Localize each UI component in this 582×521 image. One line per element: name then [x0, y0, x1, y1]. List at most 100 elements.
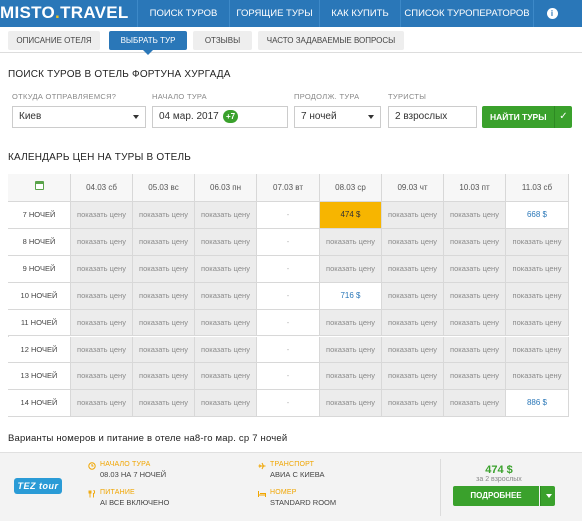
- price-cell[interactable]: 886 $: [506, 390, 569, 418]
- tab-hotel-description[interactable]: ОПИСАНИЕ ОТЕЛЯ: [8, 31, 100, 50]
- show-price-cell[interactable]: показать цену: [133, 309, 195, 337]
- show-price-cell[interactable]: показать цену: [133, 282, 195, 310]
- nav-hot-tours[interactable]: ГОРЯЩИЕ ТУРЫ: [229, 0, 319, 27]
- show-price-cell[interactable]: показать цену: [382, 309, 444, 337]
- show-price-cell[interactable]: показать цену: [133, 228, 195, 256]
- nav-how-to-buy[interactable]: КАК КУПИТЬ: [319, 0, 400, 27]
- show-price-cell[interactable]: показать цену: [444, 336, 506, 364]
- plane-icon: [258, 462, 266, 470]
- show-price-cell[interactable]: показать цену: [506, 228, 569, 256]
- show-price-cell[interactable]: показать цену: [195, 202, 257, 229]
- date-header: 07.03 вт: [257, 174, 320, 202]
- show-price-cell[interactable]: показать цену: [133, 336, 195, 364]
- price-cell[interactable]: 474 $: [320, 202, 382, 229]
- details-button[interactable]: ПОДРОБНЕЕ: [453, 486, 539, 506]
- tab-faq[interactable]: ЧАСТО ЗАДАВАЕМЫЕ ВОПРОСЫ: [258, 31, 404, 50]
- show-price-cell[interactable]: показать цену: [71, 282, 133, 310]
- nav-operators-list[interactable]: СПИСОК ТУРОПЕРАТОРОВ: [400, 0, 533, 27]
- show-price-cell[interactable]: показать цену: [133, 202, 195, 229]
- show-price-cell[interactable]: показать цену: [444, 390, 506, 418]
- show-price-cell[interactable]: показать цену: [320, 255, 382, 283]
- tab-reviews[interactable]: ОТЗЫВЫ: [193, 31, 252, 50]
- show-price-cell[interactable]: показать цену: [71, 228, 133, 256]
- date-range-badge[interactable]: +7: [223, 110, 239, 123]
- hotel-tabs: ОПИСАНИЕ ОТЕЛЯ ВЫБРАТЬ ТУР ОТЗЫВЫ ЧАСТО …: [0, 27, 582, 55]
- show-price-cell[interactable]: показать цену: [71, 255, 133, 283]
- duration-label: ПРОДОЛЖ. ТУРА: [294, 92, 360, 101]
- price-cell[interactable]: 668 $: [506, 202, 569, 229]
- show-price-cell[interactable]: показать цену: [506, 255, 569, 283]
- show-price-cell[interactable]: показать цену: [506, 336, 569, 364]
- nav-search-tours[interactable]: ПОИСК ТУРОВ: [137, 0, 229, 27]
- show-price-cell[interactable]: показать цену: [444, 363, 506, 391]
- transport-label: ТРАНСПОРТ: [270, 461, 315, 468]
- show-price-cell[interactable]: показать цену: [195, 336, 257, 364]
- show-price-cell[interactable]: показать цену: [320, 363, 382, 391]
- top-nav: MISTO.TRAVEL ПОИСК ТУРОВ ГОРЯЩИЕ ТУРЫ КА…: [0, 0, 582, 27]
- from-label: ОТКУДА ОТПРАВЛЯЕМСЯ?: [12, 92, 117, 101]
- show-price-cell[interactable]: показать цену: [320, 336, 382, 364]
- show-price-cell[interactable]: показать цену: [133, 363, 195, 391]
- tourists-label: ТУРИСТЫ: [388, 92, 427, 101]
- start-label: НАЧАЛО ТУРА: [152, 92, 207, 101]
- show-price-cell[interactable]: показать цену: [506, 309, 569, 337]
- offer-price-for: за 2 взрослых: [476, 476, 522, 483]
- nights-label: 12 НОЧЕЙ: [8, 336, 71, 364]
- logo-part1: MISTO: [0, 3, 56, 22]
- show-price-cell[interactable]: показать цену: [71, 309, 133, 337]
- show-price-cell[interactable]: показать цену: [506, 363, 569, 391]
- show-price-cell[interactable]: показать цену: [71, 336, 133, 364]
- show-price-cell[interactable]: показать цену: [195, 309, 257, 337]
- show-price-cell[interactable]: показать цену: [320, 390, 382, 418]
- show-price-cell[interactable]: показать цену: [382, 228, 444, 256]
- departure-select[interactable]: Киев: [12, 106, 146, 128]
- price-cell[interactable]: 716 $: [320, 282, 382, 310]
- price-calendar: 04.03 сб 05.03 вс 06.03 пн 07.03 вт 08.03 ср…: [8, 174, 572, 418]
- show-price-cell[interactable]: показать цену: [382, 390, 444, 418]
- show-price-cell[interactable]: показать цену: [444, 255, 506, 283]
- show-price-cell[interactable]: показать цену: [71, 390, 133, 418]
- date-header: 09.03 чт: [382, 174, 444, 202]
- show-price-cell[interactable]: показать цену: [195, 255, 257, 283]
- show-price-cell[interactable]: показать цену: [320, 309, 382, 337]
- show-price-cell[interactable]: показать цену: [382, 282, 444, 310]
- show-price-cell[interactable]: показать цену: [195, 390, 257, 418]
- show-price-cell[interactable]: показать цену: [320, 228, 382, 256]
- nights-label: 9 НОЧЕЙ: [8, 255, 71, 283]
- show-price-cell[interactable]: показать цену: [506, 282, 569, 310]
- show-price-cell[interactable]: показать цену: [133, 390, 195, 418]
- show-price-cell[interactable]: показать цену: [444, 228, 506, 256]
- show-price-cell[interactable]: показать цену: [195, 282, 257, 310]
- no-tour-cell: -: [257, 202, 320, 229]
- start-date-value: 04 мар. 2017: [159, 111, 219, 122]
- show-price-cell[interactable]: показать цену: [71, 363, 133, 391]
- nav-info[interactable]: i: [533, 0, 570, 27]
- show-price-cell[interactable]: показать цену: [444, 309, 506, 337]
- show-price-cell[interactable]: показать цену: [382, 363, 444, 391]
- find-tours-button[interactable]: НАЙТИ ТУРЫ ✓: [482, 106, 572, 128]
- show-price-cell[interactable]: показать цену: [195, 228, 257, 256]
- show-price-cell[interactable]: показать цену: [444, 202, 506, 229]
- tourists-select[interactable]: 2 взрослых: [388, 106, 477, 128]
- no-tour-cell: -: [257, 309, 320, 337]
- tab-choose-tour[interactable]: ВЫБРАТЬ ТУР: [109, 31, 187, 55]
- search-title: ПОИСК ТУРОВ В ОТЕЛЬ ФОРТУНА ХУРГАДА: [8, 69, 231, 80]
- no-tour-cell: -: [257, 390, 320, 418]
- nights-label: 8 НОЧЕЙ: [8, 228, 71, 256]
- show-price-cell[interactable]: показать цену: [195, 363, 257, 391]
- show-price-cell[interactable]: показать цену: [444, 282, 506, 310]
- nights-label: 7 НОЧЕЙ: [8, 202, 71, 229]
- no-tour-cell: -: [257, 363, 320, 391]
- date-header: 05.03 вс: [133, 174, 195, 202]
- show-price-cell[interactable]: показать цену: [382, 336, 444, 364]
- duration-select[interactable]: 7 ночей: [294, 106, 381, 128]
- details-dropdown-button[interactable]: [540, 486, 555, 506]
- show-price-cell[interactable]: показать цену: [382, 255, 444, 283]
- site-logo[interactable]: MISTO.TRAVEL: [0, 2, 129, 24]
- start-date-input[interactable]: 04 мар. 2017 +7: [152, 106, 288, 128]
- start-tour-label: НАЧАЛО ТУРА: [100, 461, 151, 468]
- show-price-cell[interactable]: показать цену: [133, 255, 195, 283]
- offer-price: 474 $: [485, 464, 513, 476]
- show-price-cell[interactable]: показать цену: [382, 202, 444, 229]
- show-price-cell[interactable]: показать цену: [71, 202, 133, 229]
